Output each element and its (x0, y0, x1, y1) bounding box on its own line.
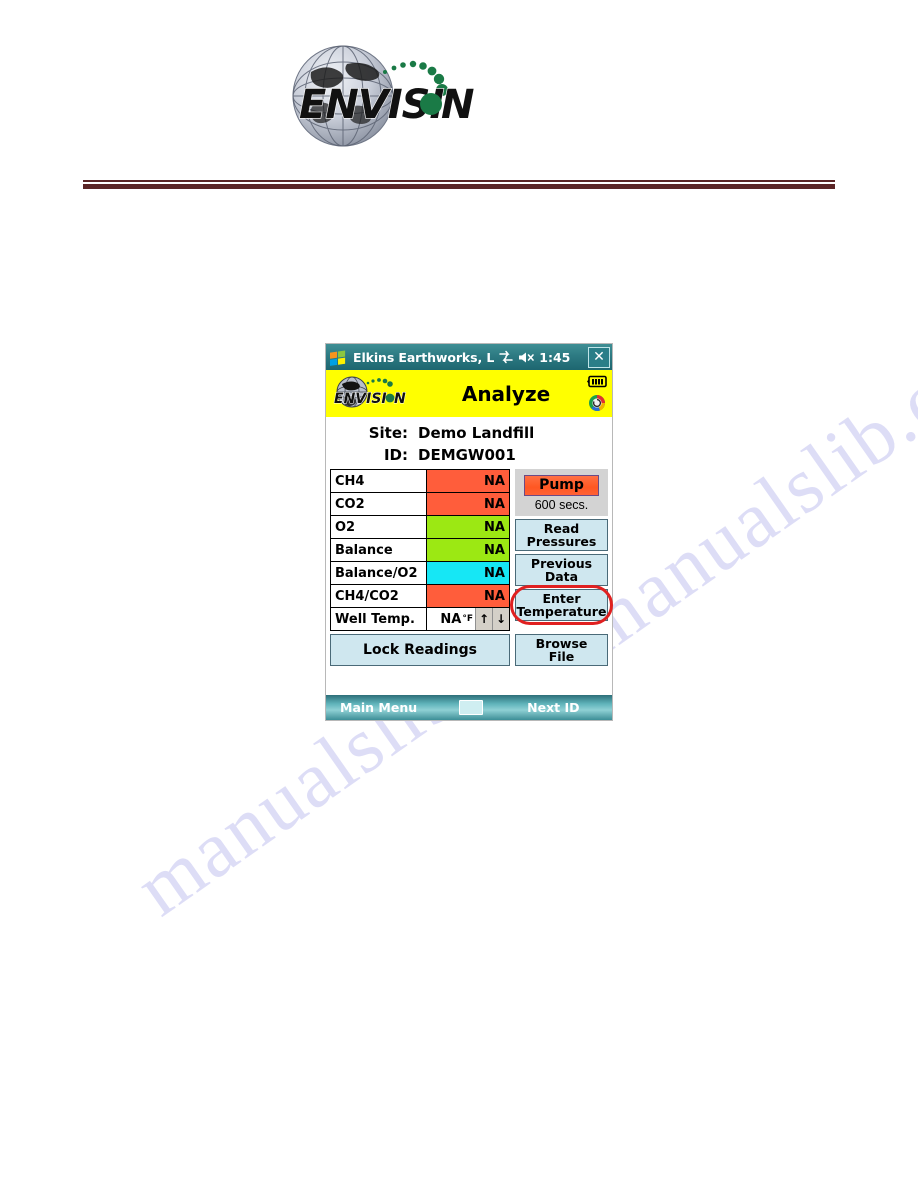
reading-label: CH4/CO2 (330, 584, 427, 608)
id-row: ID: DEMGW001 (326, 444, 612, 466)
windows-start-flag-icon[interactable] (329, 349, 348, 366)
divider-line-thick (83, 184, 835, 189)
enter-temperature-highlight-wrap: Enter Temperature (510, 585, 613, 625)
pump-timer-label: 600 secs. (534, 497, 589, 512)
reading-value: NA (426, 538, 510, 562)
reading-label: CH4 (330, 469, 427, 493)
envision-globe-logo: ENVISI N (281, 42, 481, 150)
site-row: Site: Demo Landfill (326, 422, 612, 444)
table-row[interactable]: CO2 NA (330, 492, 510, 516)
reading-label: Balance (330, 538, 427, 562)
well-temp-unit: °F (462, 614, 473, 624)
well-temp-label: Well Temp. (330, 607, 427, 631)
sync-icon[interactable] (588, 394, 606, 412)
well-temp-field[interactable]: NA °F ↑ ↓ (426, 607, 510, 631)
next-id-button[interactable]: Next ID (527, 700, 579, 715)
header-divider (83, 180, 835, 189)
arrow-up-icon[interactable]: ↑ (476, 608, 493, 630)
table-row[interactable]: Balance NA (330, 538, 510, 562)
table-row[interactable]: CH4/CO2 NA (330, 584, 510, 608)
pump-button[interactable]: Pump (524, 474, 599, 496)
battery-icon[interactable] (587, 375, 607, 388)
svg-text:ENVISI: ENVISI (334, 391, 387, 407)
bottom-button-row: Lock Readings Browse File (326, 631, 612, 666)
enter-temperature-button[interactable]: Enter Temperature (515, 589, 608, 621)
device-taskbar: Main Menu Next ID (326, 695, 612, 720)
action-buttons-column: Pump 600 secs. Read Pressures Previous D… (510, 469, 613, 631)
pump-panel: Pump 600 secs. (515, 469, 608, 516)
analyze-body: CH4 NA CO2 NA O2 NA Balance NA Balance/O… (326, 469, 613, 631)
reading-value: NA (426, 584, 510, 608)
read-pressures-button[interactable]: Read Pressures (515, 519, 608, 551)
readings-table: CH4 NA CO2 NA O2 NA Balance NA Balance/O… (330, 469, 510, 631)
close-icon[interactable]: ✕ (588, 346, 610, 368)
clock-time[interactable]: 1:45 (539, 350, 570, 365)
enter-temperature-label-line2: Temperature (516, 604, 607, 619)
table-row[interactable]: CH4 NA (330, 469, 510, 493)
volume-muted-icon[interactable] (518, 351, 535, 364)
reading-value: NA (426, 561, 510, 585)
site-info: Site: Demo Landfill ID: DEMGW001 (326, 417, 612, 469)
reading-value: NA (426, 469, 510, 493)
page-title: Analyze (461, 381, 551, 406)
id-label: ID: (383, 446, 408, 464)
readings-column: CH4 NA CO2 NA O2 NA Balance NA Balance/O… (330, 469, 510, 631)
previous-data-button[interactable]: Previous Data (515, 554, 608, 586)
reading-label: O2 (330, 515, 427, 539)
main-menu-button[interactable]: Main Menu (340, 700, 417, 715)
well-temp-row[interactable]: Well Temp. NA °F ↑ ↓ (330, 607, 510, 631)
reading-label: CO2 (330, 492, 427, 516)
well-temp-value: NA (440, 611, 462, 627)
reading-value: NA (426, 492, 510, 516)
site-label: Site: (368, 424, 408, 442)
table-row[interactable]: O2 NA (330, 515, 510, 539)
reading-label: Balance/O2 (330, 561, 427, 585)
well-temp-input[interactable]: NA °F (427, 608, 476, 630)
previous-data-label-line2: Data (544, 569, 579, 584)
browse-file-button[interactable]: Browse File (515, 634, 608, 666)
id-value: DEMGW001 (418, 446, 516, 464)
reading-value: NA (426, 515, 510, 539)
site-value: Demo Landfill (418, 424, 535, 442)
keyboard-icon[interactable] (459, 700, 484, 715)
browse-file-label-line2: File (548, 649, 575, 664)
arrow-down-icon[interactable]: ↓ (493, 608, 509, 630)
svg-text:N: N (441, 82, 474, 128)
device-screenshot: Elkins Earthworks, L 1:45 ✕ ENVISI N Ana… (325, 343, 613, 721)
read-pressures-label-line2: Pressures (526, 534, 597, 549)
table-row[interactable]: Balance/O2 NA (330, 561, 510, 585)
titlebar-title: Elkins Earthworks, L (353, 349, 495, 365)
app-header: ENVISI N Analyze (326, 370, 612, 417)
connectivity-icon[interactable] (499, 350, 514, 364)
device-titlebar: Elkins Earthworks, L 1:45 ✕ (326, 344, 612, 370)
watermark-text: manualslib.com (560, 292, 918, 673)
lock-readings-button[interactable]: Lock Readings (330, 634, 510, 666)
